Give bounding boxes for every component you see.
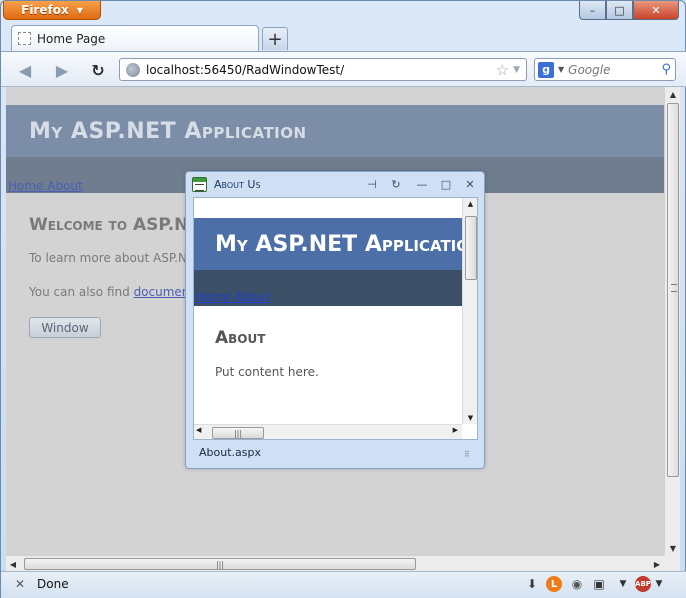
site-title: My ASP.NET Application <box>29 119 307 144</box>
globe-icon <box>126 62 140 77</box>
adblock-icon[interactable]: ABP <box>635 576 651 592</box>
chevron-down-icon[interactable]: ▼ <box>513 65 520 75</box>
window-button[interactable]: Window <box>29 317 101 338</box>
plus-icon: + <box>267 28 283 50</box>
chevron-down-icon: ▼ <box>76 5 83 15</box>
chevron-down-icon[interactable]: ▼ <box>558 65 564 74</box>
rad-window-status-text: About.aspx <box>199 446 261 459</box>
screenshot-icon[interactable]: ▣ <box>591 576 607 592</box>
navigation-toolbar: ◀ ▶ ↻ localhost:56450/RadWindowTest/ ☆ ▼… <box>1 51 686 87</box>
download-icon[interactable]: ⬇ <box>524 576 540 592</box>
scroll-thumb[interactable]: ||| <box>24 558 416 570</box>
url-text[interactable]: localhost:56450/RadWindowTest/ <box>146 63 496 77</box>
camera-icon[interactable]: ◉ <box>569 576 585 592</box>
scroll-down-icon[interactable]: ▼ <box>463 414 477 422</box>
scroll-thumb[interactable] <box>667 103 679 477</box>
close-button[interactable]: ✕ <box>633 1 679 20</box>
status-text: Done <box>37 577 69 591</box>
scroll-right-icon[interactable]: ▶ <box>650 556 664 572</box>
firefox-menu-button[interactable]: Firefox ▼ <box>3 1 101 20</box>
rad-window-statusbar: About.aspx ⠿ <box>193 444 478 464</box>
rad-window[interactable]: About Us ⊣ ↻ — □ ✕ My ASP.NET Applicatio… <box>185 171 485 469</box>
browser-window: Firefox ▼ – □ ✕ Home Page + ◀ ▶ ↻ localh… <box>0 0 686 598</box>
chevron-down-icon[interactable]: ▼ <box>651 576 667 592</box>
rad-window-content: My ASP.NET Application Home About About … <box>193 197 478 440</box>
google-icon[interactable]: g <box>538 61 554 78</box>
scroll-left-icon[interactable]: ◀ <box>6 556 20 572</box>
status-bar: ✕ Done ⬇ L ◉ ▣ ▼ ABP ▼ <box>1 571 686 598</box>
inner-site-title: My ASP.NET Application <box>215 232 478 257</box>
pin-icon[interactable]: ⊣ <box>364 177 380 191</box>
search-input[interactable] <box>568 62 658 77</box>
search-box[interactable]: g ▼ ⚲ <box>534 58 676 81</box>
maximize-icon[interactable]: □ <box>438 177 454 191</box>
reload-icon[interactable]: ↻ <box>388 177 404 191</box>
scrollbar-corner <box>664 555 680 571</box>
back-arrow-icon[interactable]: ◀ <box>14 60 36 80</box>
addon-l-icon[interactable]: L <box>546 576 562 592</box>
scroll-thumb[interactable]: ||| <box>212 427 264 439</box>
tab-strip: Home Page + <box>1 25 686 51</box>
star-icon[interactable]: ☆ <box>496 61 509 79</box>
title-bar: Firefox ▼ – □ ✕ <box>1 1 686 25</box>
rad-window-horizontal-scrollbar[interactable]: ◀ ||| ▶ <box>194 424 462 439</box>
address-bar[interactable]: localhost:56450/RadWindowTest/ ☆ ▼ <box>119 58 527 81</box>
about-heading: About <box>215 328 266 348</box>
scroll-down-icon[interactable]: ▼ <box>665 541 681 555</box>
firefox-menu-label: Firefox <box>21 3 69 17</box>
page-icon <box>18 32 31 45</box>
horizontal-scrollbar[interactable]: ◀ ||| ▶ <box>6 555 664 571</box>
maximize-button[interactable]: □ <box>606 1 633 20</box>
close-icon[interactable]: ✕ <box>462 177 478 191</box>
stop-icon[interactable]: ✕ <box>15 577 25 591</box>
rad-window-titlebar[interactable]: About Us ⊣ ↻ — □ ✕ <box>186 172 484 197</box>
minimize-icon[interactable]: — <box>414 177 430 191</box>
scroll-up-icon[interactable]: ▲ <box>463 200 477 208</box>
window-icon <box>192 177 207 192</box>
scroll-thumb[interactable] <box>465 216 477 280</box>
scroll-up-icon[interactable]: ▲ <box>665 87 681 101</box>
rad-window-vertical-scrollbar[interactable]: ▲ ▼ <box>462 198 477 424</box>
rad-window-title: About Us <box>214 178 261 191</box>
inner-menu-links[interactable]: Home About <box>195 290 270 304</box>
new-tab-button[interactable]: + <box>262 27 288 50</box>
vertical-scrollbar[interactable]: ▲ ▼ <box>664 87 680 555</box>
site-menu-links[interactable]: Home About <box>8 179 83 193</box>
about-text: Put content here. <box>215 365 319 379</box>
minimize-button[interactable]: – <box>579 1 606 20</box>
reload-icon[interactable]: ↻ <box>87 60 109 80</box>
docs-prefix: You can also find <box>29 285 134 299</box>
scroll-right-icon[interactable]: ▶ <box>453 426 458 434</box>
chevron-down-icon[interactable]: ▼ <box>615 576 631 592</box>
resize-grip-icon[interactable]: ⠿ <box>464 450 474 460</box>
tab-label: Home Page <box>37 31 106 46</box>
magnifier-icon[interactable]: ⚲ <box>661 62 671 77</box>
forward-arrow-icon[interactable]: ▶ <box>51 60 73 80</box>
scroll-left-icon[interactable]: ◀ <box>196 426 201 434</box>
tab-home-page[interactable]: Home Page <box>11 25 259 51</box>
